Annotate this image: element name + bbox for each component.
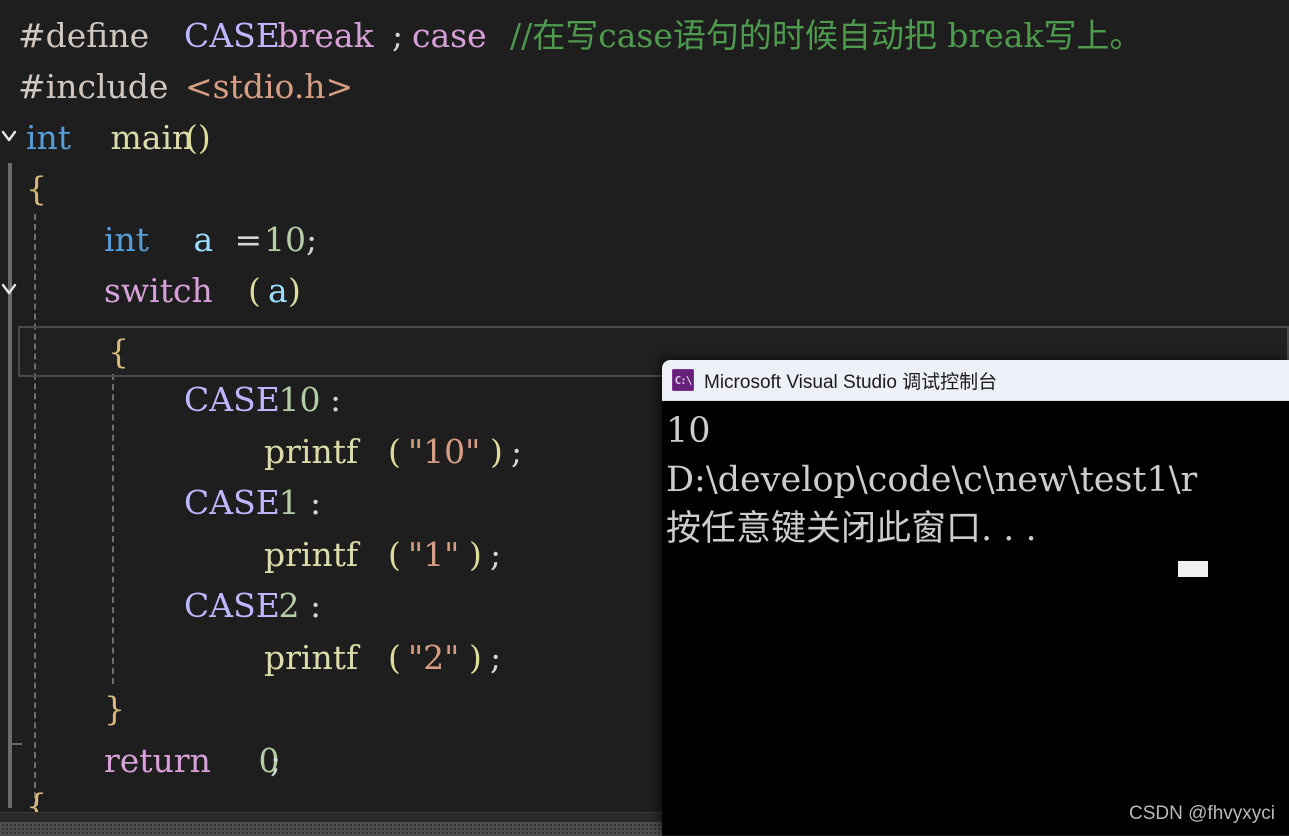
code-token-11-2: "1" bbox=[408, 535, 460, 574]
code-line-2[interactable]: #include <stdio.h> bbox=[0, 61, 1289, 112]
code-token-1-0: #define bbox=[18, 16, 160, 55]
console-output-line-2: D:\develop\code\c\new\test1\r bbox=[666, 460, 1198, 500]
code-token-12-0: CASE bbox=[184, 586, 280, 625]
watermark: CSDN @fhvyxyci bbox=[1129, 803, 1275, 824]
fold-chevron-down-icon[interactable] bbox=[0, 112, 18, 163]
code-token-6-1: ( bbox=[248, 271, 261, 310]
code-token-5-3: 10 bbox=[264, 220, 306, 259]
code-token-6-2: a bbox=[268, 271, 288, 310]
code-token-3-0: int bbox=[26, 118, 72, 157]
console-output-line-1: 10 bbox=[666, 411, 711, 451]
console-icon-glyph: C:\ bbox=[674, 373, 693, 387]
code-token-10-1: 1 bbox=[268, 483, 300, 522]
code-token-10-2: : bbox=[310, 483, 322, 522]
code-line-6[interactable]: switch (a) bbox=[0, 265, 1289, 316]
code-line-5[interactable]: int a = 10; bbox=[0, 214, 1289, 265]
code-line-4[interactable]: { bbox=[0, 163, 1289, 214]
code-line-1[interactable]: #define CASE break; case //在写case语句的时候自动把 … bbox=[0, 10, 1289, 61]
console-title: Microsoft Visual Studio 调试控制台 bbox=[704, 371, 998, 393]
console-lines: 10 D:\develop\code\c\new\test1\r 按任意键关闭此窗口… bbox=[664, 407, 1289, 554]
debug-console-window[interactable]: C:\ Microsoft Visual Studio 调试控制台 10 D:\d… bbox=[662, 360, 1289, 835]
code-token-12-1: 2 bbox=[268, 586, 300, 625]
code-token-13-3: ) bbox=[469, 638, 482, 677]
code-token-11-1: ( bbox=[388, 535, 401, 574]
console-output-area[interactable]: 10 D:\develop\code\c\new\test1\r 按任意键关闭此窗口… bbox=[662, 401, 1289, 835]
console-cursor bbox=[1178, 561, 1208, 577]
console-app-icon: C:\ bbox=[672, 369, 694, 391]
code-token-3-2: () bbox=[185, 118, 211, 157]
code-token-2-0: #include bbox=[18, 67, 169, 106]
code-token-3-1: main bbox=[100, 118, 194, 157]
fold-chevron-down-icon[interactable] bbox=[0, 265, 18, 316]
code-token-16-0: { bbox=[26, 786, 47, 812]
code-token-5-0: int bbox=[104, 220, 150, 259]
code-token-2-1: <stdio.h> bbox=[185, 67, 354, 106]
code-token-13-0: printf bbox=[264, 638, 359, 677]
code-token-9-3: ) bbox=[490, 432, 503, 471]
code-token-5-1: a bbox=[183, 220, 214, 259]
code-token-11-0: printf bbox=[264, 535, 359, 574]
code-token-1-5: //在写case语句的时候自动把 break写上。 bbox=[510, 16, 1143, 55]
code-token-8-1: 10 bbox=[268, 380, 321, 419]
code-token-15-2: ; bbox=[270, 741, 282, 780]
code-token-1-1: CASE bbox=[184, 16, 280, 55]
code-token-8-2: : bbox=[330, 380, 342, 419]
code-token-13-2: "2" bbox=[408, 638, 460, 677]
code-token-15-0: return bbox=[104, 741, 211, 780]
code-token-4-0: { bbox=[26, 169, 47, 208]
code-token-14-0: } bbox=[104, 689, 125, 728]
code-token-10-0: CASE bbox=[184, 483, 280, 522]
fold-region-end-marker bbox=[8, 743, 22, 745]
horizontal-scrollbar[interactable] bbox=[0, 812, 662, 836]
code-token-9-2: "10" bbox=[408, 432, 481, 471]
code-token-8-0: CASE bbox=[184, 380, 280, 419]
fold-region-bar bbox=[8, 163, 10, 808]
console-output-line-3: 按任意键关闭此窗口. . . bbox=[666, 509, 1037, 549]
code-token-12-2: : bbox=[310, 586, 322, 625]
code-token-5-4: ; bbox=[306, 220, 318, 259]
code-token-1-2: break bbox=[267, 16, 374, 55]
horizontal-scrollbar-thumb[interactable] bbox=[0, 822, 662, 836]
code-token-13-1: ( bbox=[388, 638, 401, 677]
code-line-3[interactable]: int main() bbox=[0, 112, 1289, 163]
code-token-9-1: ( bbox=[388, 432, 401, 471]
code-token-6-3: ) bbox=[288, 271, 301, 310]
code-token-9-0: printf bbox=[264, 432, 359, 471]
code-token-1-3: ; bbox=[392, 16, 404, 55]
code-token-9-4: ; bbox=[511, 432, 523, 471]
code-token-11-3: ) bbox=[469, 535, 482, 574]
code-token-1-4: case bbox=[412, 16, 487, 55]
console-titlebar[interactable]: C:\ Microsoft Visual Studio 调试控制台 bbox=[662, 360, 1289, 401]
code-token-13-4: ; bbox=[490, 638, 502, 677]
code-token-6-0: switch bbox=[104, 271, 213, 310]
code-token-11-4: ; bbox=[490, 535, 502, 574]
